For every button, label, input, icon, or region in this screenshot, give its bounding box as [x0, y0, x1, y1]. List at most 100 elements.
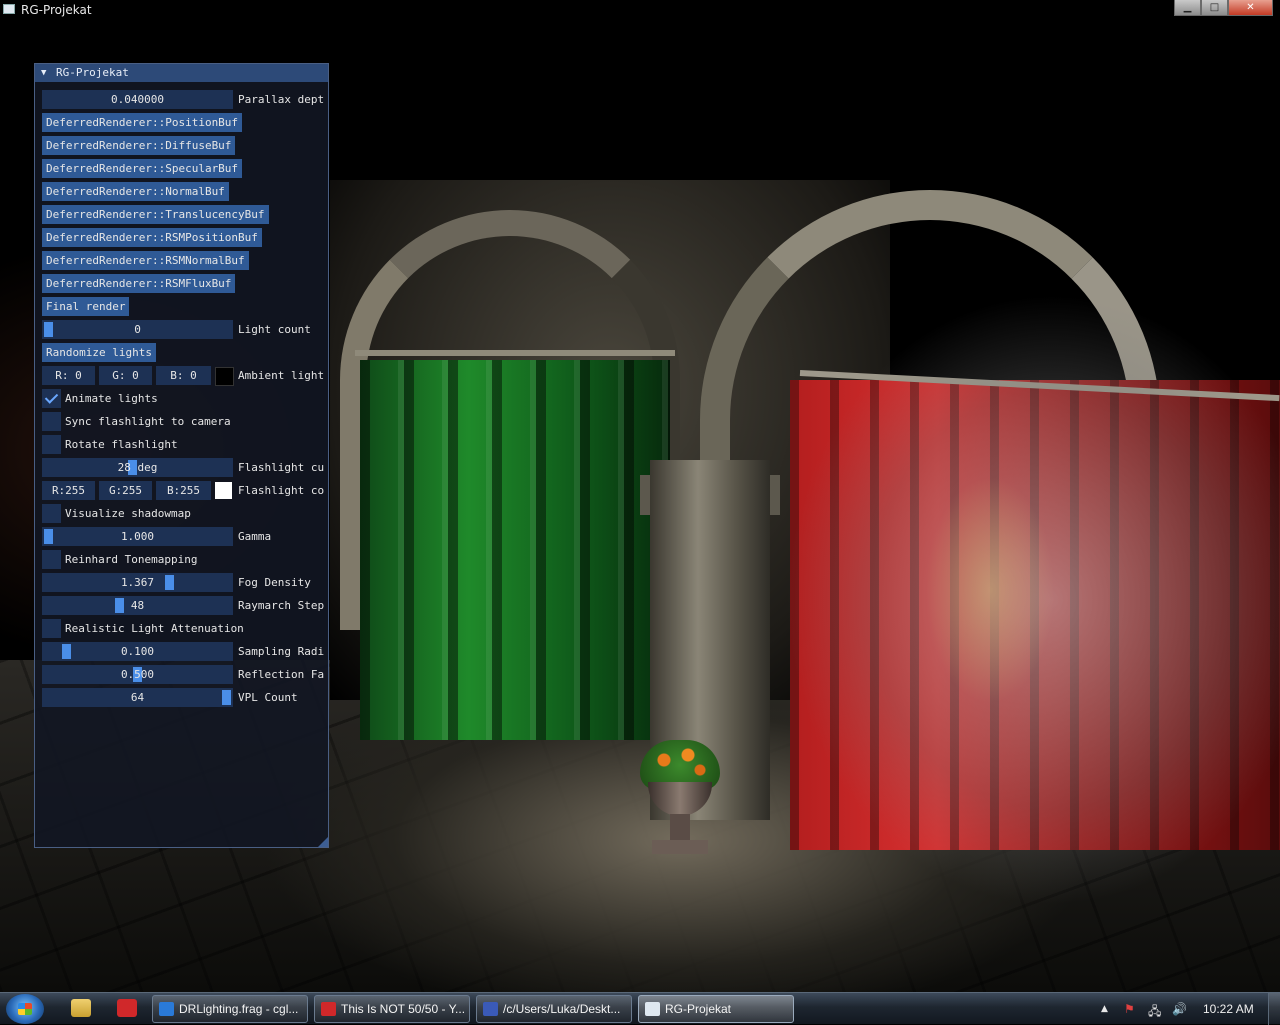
normal-buffer-button[interactable]: DeferredRenderer::NormalBuf [42, 182, 229, 201]
light-count-row: 0 Light count [42, 320, 328, 340]
visualize-shadowmap-checkbox[interactable] [42, 504, 61, 523]
rsm-normal-buffer-button[interactable]: DeferredRenderer::RSMNormalBuf [42, 251, 249, 270]
reflection-factor-row: 0.500 Reflection Fa [42, 665, 328, 685]
rotate-flashlight-checkbox[interactable] [42, 435, 61, 454]
slider-grab[interactable] [165, 575, 175, 590]
buffer-row-rsm-flux: DeferredRenderer::RSMFluxBuf [42, 274, 328, 294]
diffuse-buffer-button[interactable]: DeferredRenderer::DiffuseBuf [42, 136, 236, 155]
final-render-row: Final render [42, 297, 328, 317]
gamma-label: Gamma [238, 530, 272, 543]
show-hidden-icons-arrow-icon[interactable]: ▲ [1101, 1004, 1108, 1014]
parallax-row: 0.040000 Parallax dept [42, 90, 328, 110]
realistic-attenuation-row: Realistic Light Attenuation [42, 619, 328, 639]
randomize-row: Randomize lights [42, 343, 328, 363]
buffer-row-specular: DeferredRenderer::SpecularBuf [42, 159, 328, 179]
parallax-depth-label: Parallax dept [238, 93, 325, 106]
rsm-position-buffer-button[interactable]: DeferredRenderer::RSMPositionBuf [42, 228, 262, 247]
sampling-radius-row: 0.100 Sampling Radi [42, 642, 328, 662]
reflection-factor-slider[interactable]: 0.500 [42, 665, 233, 684]
left-curtain-rod [355, 350, 675, 356]
reinhard-checkbox[interactable] [42, 550, 61, 569]
network-icon[interactable]: 🖧 [1148, 1002, 1161, 1023]
reflection-factor-label: Reflection Fa [238, 668, 325, 681]
vpl-count-slider[interactable]: 64 [42, 688, 233, 707]
position-buffer-button[interactable]: DeferredRenderer::PositionBuf [42, 113, 243, 132]
flashlight-cutoff-row: 28 deg Flashlight cu [42, 458, 328, 478]
maximize-button[interactable]: □ [1201, 0, 1228, 16]
taskbar-item-rg-projekat[interactable]: RG-Projekat [638, 995, 794, 1023]
vpl-count-label: VPL Count [238, 691, 298, 704]
raymarch-steps-label: Raymarch Step [238, 599, 325, 612]
start-button[interactable] [6, 994, 44, 1024]
flower-planter [640, 740, 720, 860]
panel-resize-grip[interactable] [318, 837, 328, 847]
gamma-slider[interactable]: 1.000 [42, 527, 233, 546]
green-curtain [360, 360, 670, 740]
minimize-button[interactable]: ▁ [1174, 0, 1201, 16]
buffer-row-rsm-normal: DeferredRenderer::RSMNormalBuf [42, 251, 328, 271]
animate-lights-label: Animate lights [65, 392, 158, 405]
randomize-lights-button[interactable]: Randomize lights [42, 343, 156, 362]
buffer-row-normal: DeferredRenderer::NormalBuf [42, 182, 328, 202]
flashlight-color-swatch[interactable] [215, 482, 232, 499]
reinhard-row: Reinhard Tonemapping [42, 550, 328, 570]
clock[interactable]: 10:22 AM [1203, 1002, 1254, 1016]
buffer-row-translucency: DeferredRenderer::TranslucencyBuf [42, 205, 328, 225]
sampling-radius-slider[interactable]: 0.100 [42, 642, 233, 661]
fog-density-label: Fog Density [238, 576, 311, 589]
slider-grab[interactable] [222, 690, 231, 705]
browser-icon [321, 1002, 336, 1016]
collapse-arrow-icon[interactable]: ▼ [41, 64, 46, 82]
panel-title: RG-Projekat [56, 66, 129, 79]
parallax-depth-input[interactable]: 0.040000 [42, 90, 233, 109]
taskbar-item-vscode[interactable]: DRLighting.frag - cgl... [152, 995, 308, 1023]
vscode-icon [159, 1002, 174, 1016]
light-count-slider[interactable]: 0 [42, 320, 233, 339]
specular-buffer-button[interactable]: DeferredRenderer::SpecularBuf [42, 159, 243, 178]
file-explorer-icon[interactable] [71, 999, 91, 1017]
flashlight-r-input[interactable]: R:255 [42, 481, 95, 500]
flashlight-b-input[interactable]: B:255 [156, 481, 211, 500]
vpl-count-row: 64 VPL Count [42, 688, 328, 708]
fog-density-slider[interactable]: 1.367 [42, 573, 233, 592]
planter-bowl [648, 782, 712, 816]
fog-density-row: 1.367 Fog Density [42, 573, 328, 593]
imgui-panel[interactable]: ▼ RG-Projekat 0.040000 Parallax dept Def… [34, 63, 329, 848]
panel-header[interactable]: ▼ RG-Projekat [35, 64, 328, 82]
window-title: RG-Projekat [21, 3, 92, 17]
vivaldi-browser-icon[interactable] [117, 999, 137, 1017]
slider-grab[interactable] [44, 322, 53, 337]
final-render-button[interactable]: Final render [42, 297, 130, 316]
translucency-buffer-button[interactable]: DeferredRenderer::TranslucencyBuf [42, 205, 269, 224]
rsm-flux-buffer-button[interactable]: DeferredRenderer::RSMFluxBuf [42, 274, 236, 293]
app-icon [3, 4, 15, 14]
windows-logo-icon [18, 1003, 32, 1015]
ambient-color-swatch[interactable] [215, 367, 234, 386]
show-desktop-button[interactable] [1268, 993, 1280, 1025]
ambient-g-input[interactable]: G: 0 [99, 366, 152, 385]
slider-grab[interactable] [115, 598, 125, 613]
sync-flashlight-checkbox[interactable] [42, 412, 61, 431]
buffer-row-rsm-position: DeferredRenderer::RSMPositionBuf [42, 228, 328, 248]
ambient-light-row: R: 0 G: 0 B: 0 Ambient light [42, 366, 328, 386]
flashlight-color-label: Flashlight co [238, 484, 325, 497]
reinhard-label: Reinhard Tonemapping [65, 553, 198, 566]
animate-lights-checkbox[interactable] [42, 389, 61, 408]
realistic-attenuation-checkbox[interactable] [42, 619, 61, 638]
volume-icon[interactable]: 🔊 [1172, 1002, 1187, 1016]
close-button[interactable]: ✕ [1228, 0, 1273, 16]
ambient-b-input[interactable]: B: 0 [156, 366, 211, 385]
slider-grab[interactable] [44, 529, 53, 544]
slider-grab[interactable] [61, 644, 71, 659]
raymarch-steps-slider[interactable]: 48 [42, 596, 233, 615]
ambient-r-input[interactable]: R: 0 [42, 366, 95, 385]
window-title-bar[interactable]: RG-Projekat ▁ □ ✕ [0, 0, 1280, 20]
taskbar-item-browser[interactable]: This Is NOT 50/50 - Y... [314, 995, 470, 1023]
taskbar-item-terminal[interactable]: /c/Users/Luka/Deskt... [476, 995, 632, 1023]
taskbar: DRLighting.frag - cgl... This Is NOT 50/… [0, 992, 1280, 1025]
taskbar-item-label: RG-Projekat [665, 1002, 732, 1016]
raymarch-steps-row: 48 Raymarch Step [42, 596, 328, 616]
action-center-flag-icon[interactable]: ⚑ [1124, 1002, 1135, 1016]
flashlight-g-input[interactable]: G:255 [99, 481, 152, 500]
flashlight-cutoff-slider[interactable]: 28 deg [42, 458, 233, 477]
